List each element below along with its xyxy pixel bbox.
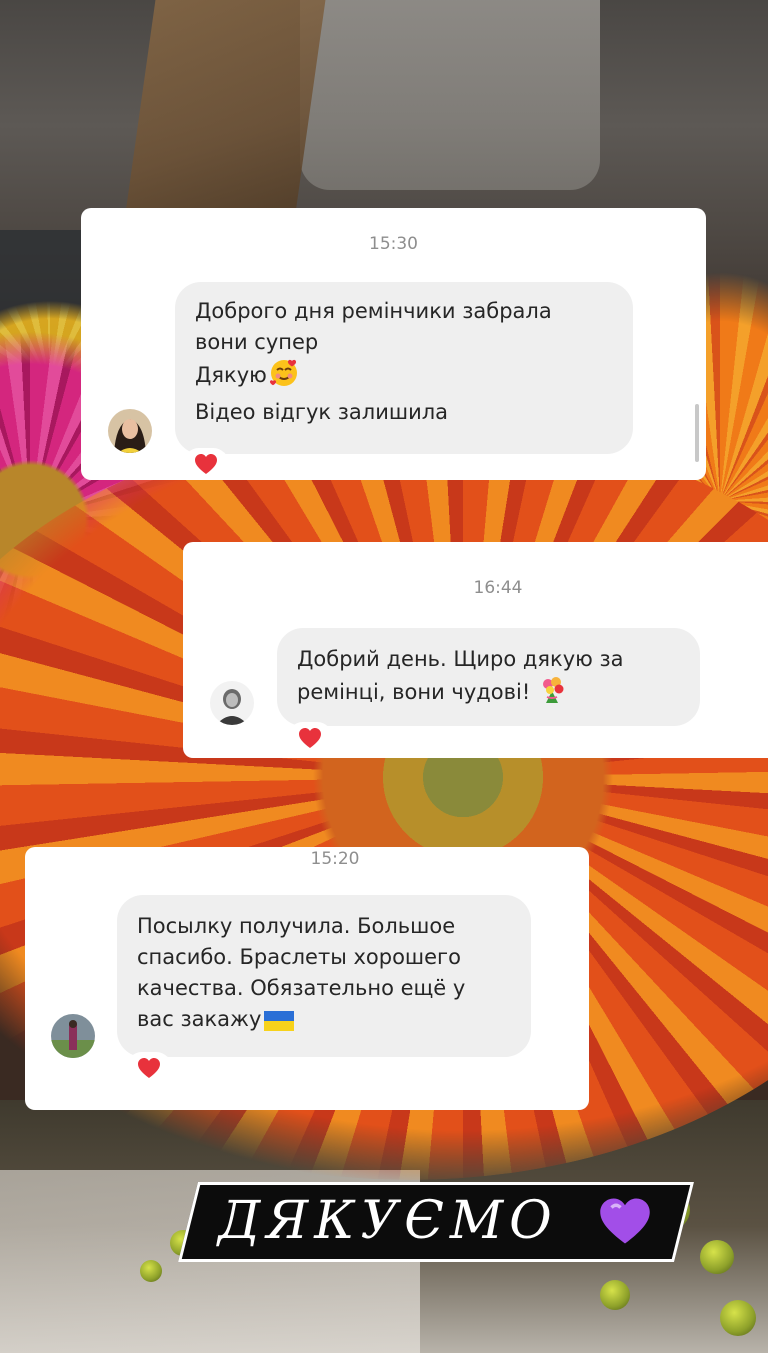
message-line: спасибо. Браслеты хорошего [137, 945, 461, 969]
caption-sticker: ДЯКУЄМО [178, 1182, 694, 1262]
message-time: 15:20 [310, 849, 360, 869]
message-line: Дякую [195, 363, 267, 387]
sender-avatar[interactable] [210, 681, 254, 725]
message-line: Доброго дня ремінчики забрала [195, 299, 552, 323]
message-bubble: Доброго дня ремінчики забрала вони супер… [175, 282, 633, 454]
heart-icon [138, 1058, 160, 1078]
sender-avatar[interactable] [108, 409, 152, 453]
scrollbar[interactable] [695, 404, 699, 462]
heart-icon [299, 728, 321, 748]
message-card: 15:20 Посылку получила. Большое спасибо.… [25, 847, 589, 1110]
reaction-heart[interactable] [126, 1052, 172, 1084]
reaction-heart[interactable] [183, 448, 229, 480]
message-card: 15:30 Доброго дня ремінчики забрала вони… [81, 208, 706, 480]
caption-text: ДЯКУЄМО [218, 1191, 558, 1251]
ukraine-flag-icon [263, 1010, 295, 1041]
message-bubble: Добрий день. Щиро дякую за ремінці, вони… [277, 628, 700, 726]
smiling-face-with-hearts-icon [269, 358, 299, 397]
message-line: вас закажу [137, 1007, 262, 1031]
message-line: Відео відгук залишила [195, 400, 449, 424]
message-card: 16:44 Добрий день. Щиро дякую за ремінці… [183, 542, 768, 758]
story-screen: 15:30 Доброго дня ремінчики забрала вони… [0, 0, 768, 1353]
heart-icon [195, 454, 217, 474]
bouquet-icon [538, 675, 568, 714]
message-line: Посылку получила. Большое [137, 914, 456, 938]
message-time: 16:44 [473, 578, 523, 598]
message-line: качества. Обязательно ещё у [137, 976, 466, 1000]
purple-heart-icon [600, 1198, 650, 1244]
message-time: 15:30 [369, 234, 418, 254]
sender-avatar[interactable] [51, 1014, 95, 1058]
message-line: Добрий день. Щиро дякую за [297, 647, 624, 671]
message-line: ремінці, вони чудові! [297, 680, 531, 704]
reaction-heart[interactable] [287, 722, 333, 754]
message-bubble: Посылку получила. Большое спасибо. Брасл… [117, 895, 531, 1057]
message-line: вони супер [195, 330, 319, 354]
